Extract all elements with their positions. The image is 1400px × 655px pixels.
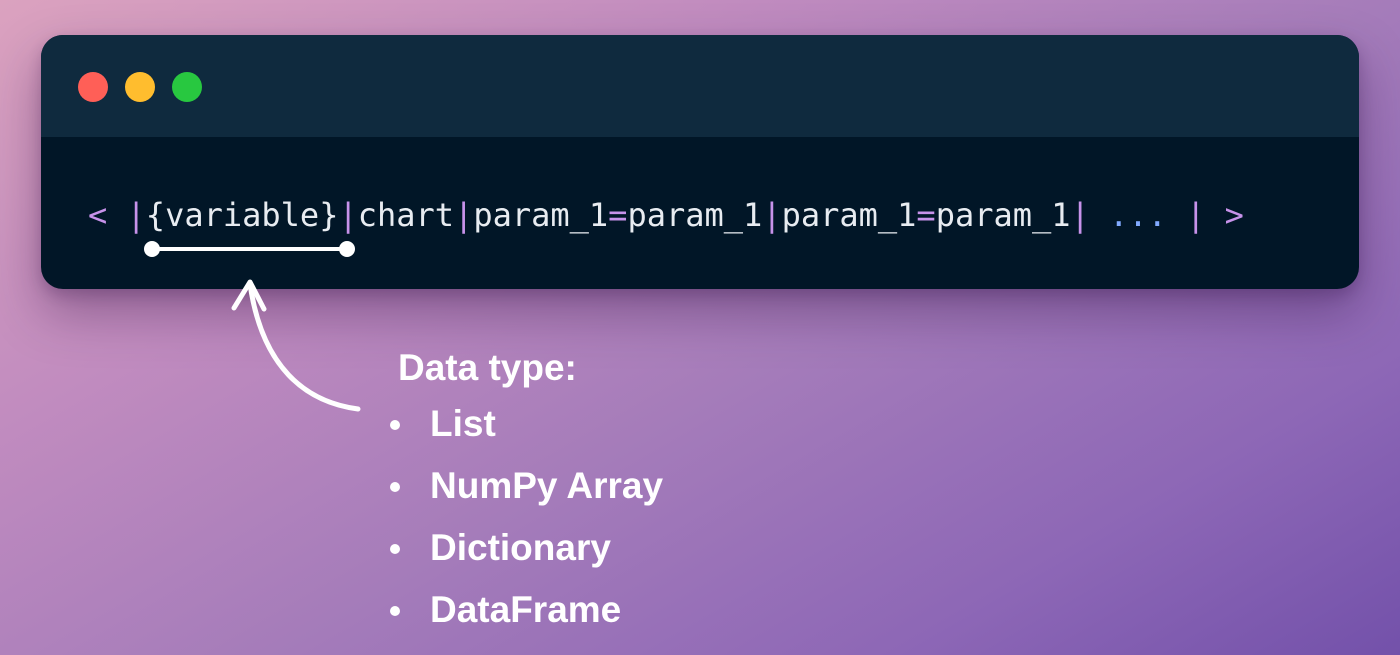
bullet-icon — [390, 544, 400, 554]
code-line: < |{variable}|chart|param_1=param_1|para… — [88, 195, 1244, 235]
code-token-param-key: param_1 — [781, 196, 917, 234]
list-item-label: DataFrame — [430, 589, 622, 630]
list-item: Dictionary — [390, 517, 663, 579]
code-token-variable: {variable} — [145, 196, 339, 234]
code-token-param-value: param_1 — [935, 196, 1071, 234]
annotation-title: Data type: — [398, 347, 577, 388]
list-item-label: List — [430, 403, 496, 444]
bullet-icon — [390, 482, 400, 492]
close-button[interactable] — [78, 72, 108, 102]
code-token-equals: = — [608, 196, 628, 234]
zoom-button[interactable] — [172, 72, 202, 102]
code-token-separator: | — [762, 196, 782, 234]
minimize-button[interactable] — [125, 72, 155, 102]
list-item-label: Dictionary — [430, 527, 611, 568]
code-token-equals: = — [916, 196, 936, 234]
code-token-param-value: param_1 — [627, 196, 763, 234]
data-type-annotation: Data type: List NumPy Array Dictionary D… — [390, 343, 664, 641]
list-item-label: NumPy Array — [430, 465, 664, 506]
code-token-chart: chart — [357, 196, 455, 234]
code-token-close: | > — [1166, 196, 1244, 234]
window-titlebar — [41, 35, 1359, 137]
bullet-icon — [390, 420, 400, 430]
code-token-param-key: param_1 — [473, 196, 609, 234]
list-item: DataFrame — [390, 579, 663, 641]
code-token-separator: | — [338, 196, 358, 234]
list-item: List — [390, 393, 663, 455]
list-item: NumPy Array — [390, 455, 664, 517]
code-token-separator: | — [1070, 196, 1110, 234]
bullet-icon — [390, 606, 400, 616]
code-token-open: < | — [88, 196, 146, 234]
code-token-separator: | — [454, 196, 474, 234]
curved-arrow-icon — [231, 279, 361, 412]
variable-underline — [144, 241, 355, 257]
data-type-list: List NumPy Array Dictionary DataFrame — [390, 393, 664, 641]
code-token-ellipsis: ... — [1109, 196, 1167, 234]
